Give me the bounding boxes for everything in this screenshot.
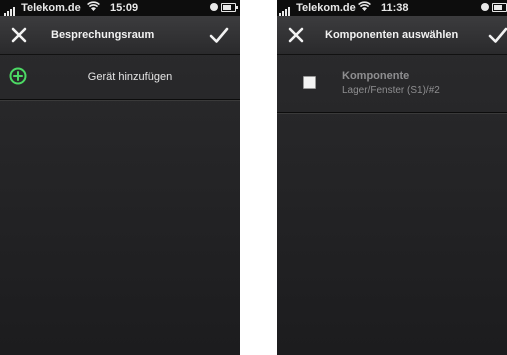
right-screen: Telekom.de 11:38 Komponenten auswählen K… <box>277 0 507 355</box>
page-title: Besprechungsraum <box>51 29 155 41</box>
alarm-icon <box>481 3 489 11</box>
carrier-name: Telekom.de <box>296 2 356 14</box>
signal-bars-icon <box>4 0 16 17</box>
navigation-bar: Komponenten auswählen <box>277 16 507 55</box>
checkmark-icon[interactable] <box>483 20 507 50</box>
component-row[interactable]: Komponente Lager/Fenster (S1)/#2 <box>277 55 507 113</box>
checkmark-icon[interactable] <box>204 20 234 50</box>
status-time: 15:09 <box>110 2 139 14</box>
alarm-icon <box>210 3 218 11</box>
status-time: 11:38 <box>381 2 409 14</box>
add-device-label: Gerät hinzufügen <box>87 71 173 83</box>
add-device-row[interactable]: Gerät hinzufügen <box>0 55 240 100</box>
left-screen: Telekom.de 15:09 Besprechungsraum Gerät … <box>0 0 240 355</box>
battery-icon <box>492 3 507 12</box>
status-bar: Telekom.de 15:09 <box>0 0 240 17</box>
signal-bars-icon <box>279 0 291 17</box>
component-subtitle: Lager/Fenster (S1)/#2 <box>342 85 440 96</box>
page-title: Komponenten auswählen <box>325 29 459 41</box>
close-icon[interactable] <box>281 20 311 50</box>
carrier-name: Telekom.de <box>21 2 81 14</box>
wifi-icon <box>87 1 100 11</box>
component-checkbox[interactable] <box>303 76 316 89</box>
navigation-bar: Besprechungsraum <box>0 16 240 55</box>
wifi-icon <box>358 1 371 11</box>
status-bar: Telekom.de 11:38 <box>277 0 507 17</box>
close-icon[interactable] <box>4 20 34 50</box>
component-title: Komponente <box>342 70 410 82</box>
battery-icon <box>221 3 238 12</box>
